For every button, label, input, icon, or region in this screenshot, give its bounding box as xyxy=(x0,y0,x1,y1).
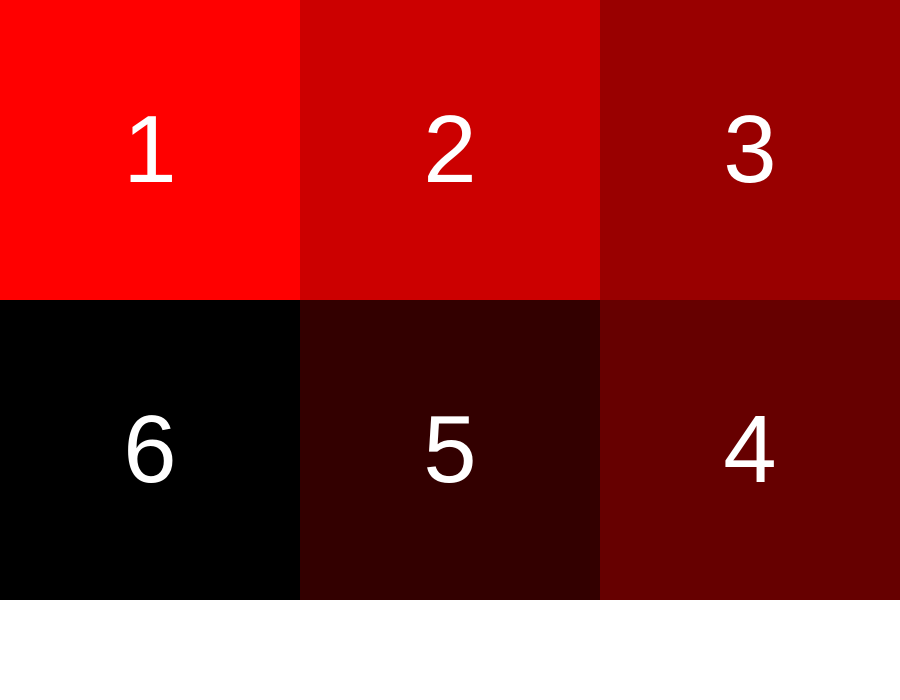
tile-number: 1 xyxy=(123,96,177,203)
tile-number: 3 xyxy=(723,96,777,203)
tile-number: 4 xyxy=(723,396,777,503)
tile-6: 6 xyxy=(0,300,300,600)
tile-number: 5 xyxy=(423,396,477,503)
tile-number: 6 xyxy=(123,396,177,503)
tile-2: 2 xyxy=(300,0,600,300)
tile-4: 4 xyxy=(600,300,900,600)
tile-number: 2 xyxy=(423,96,477,203)
tile-5: 5 xyxy=(300,300,600,600)
tile-3: 3 xyxy=(600,0,900,300)
color-tile-grid: 1 2 3 6 5 4 xyxy=(0,0,900,600)
tile-1: 1 xyxy=(0,0,300,300)
